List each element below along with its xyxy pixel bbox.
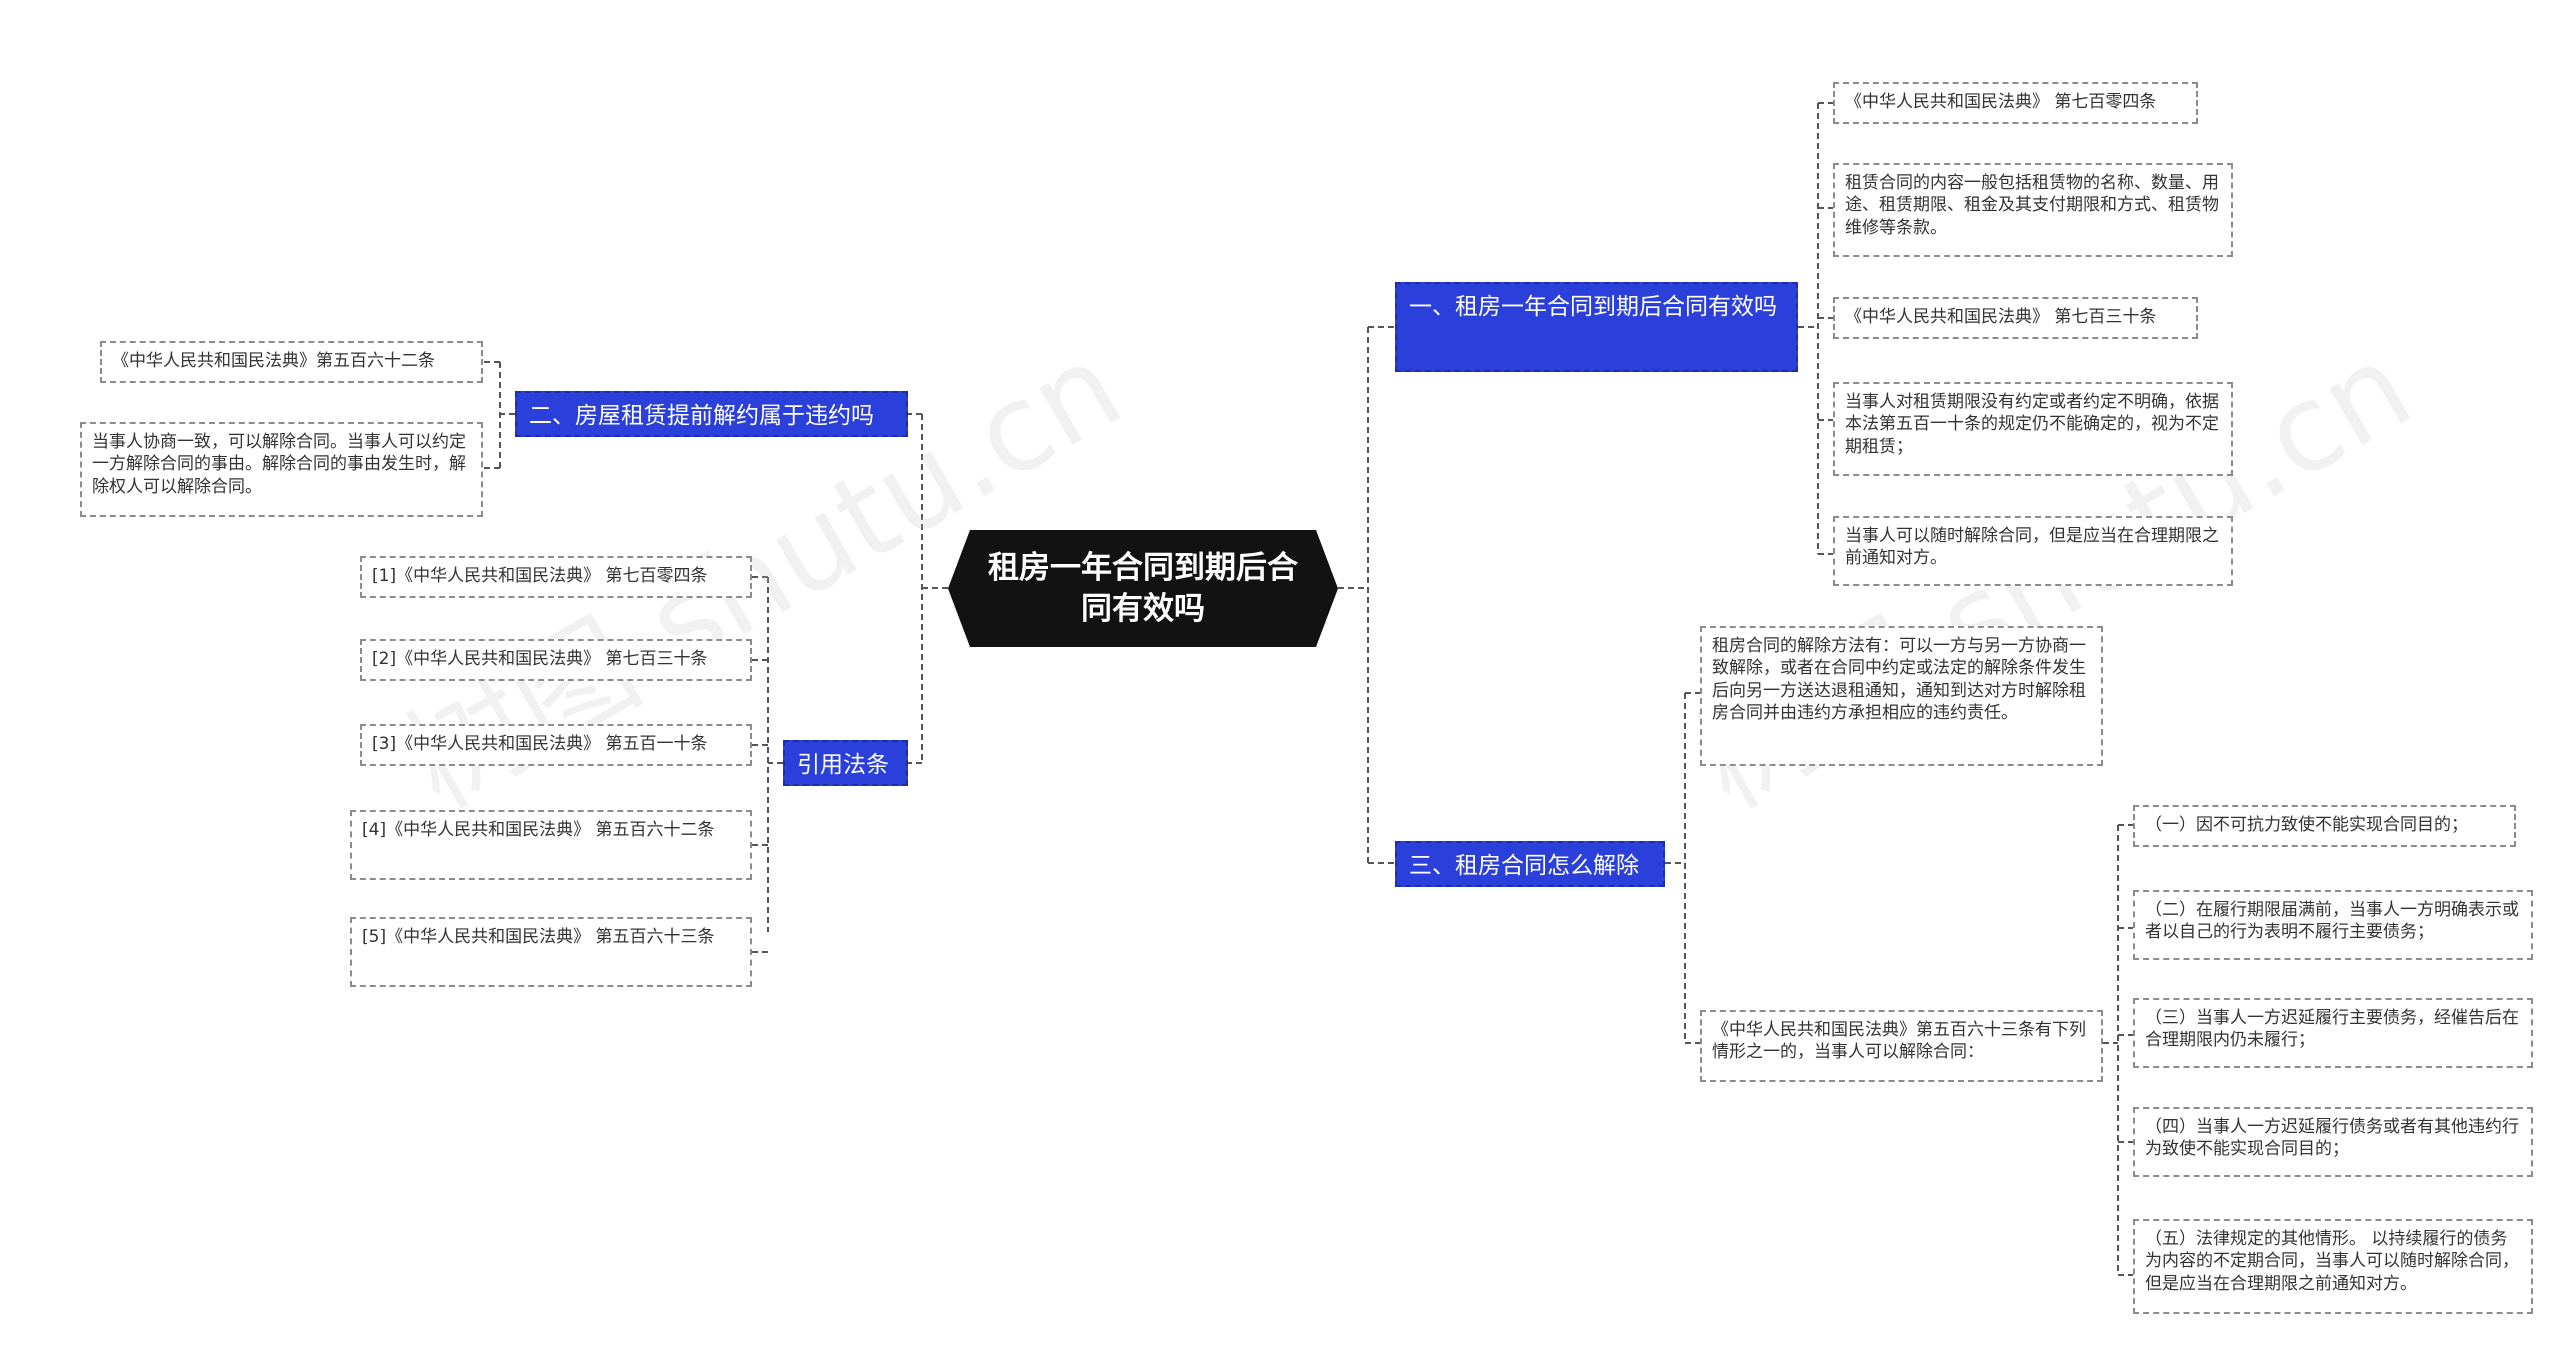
root-topic[interactable]: 租房一年合同到期后合同有效吗 [948, 530, 1338, 647]
leaf-cite-2[interactable]: [2]《中华人民共和国民法典》 第七百三十条 [360, 639, 752, 681]
leaf-cite-4[interactable]: [4]《中华人民共和国民法典》 第五百六十二条 [350, 810, 752, 880]
leaf-article-730[interactable]: 《中华人民共和国民法典》 第七百三十条 [1833, 297, 2198, 339]
branch-contract-validity[interactable]: 一、租房一年合同到期后合同有效吗 [1395, 282, 1798, 372]
leaf-cite-1[interactable]: [1]《中华人民共和国民法典》 第七百零四条 [360, 556, 752, 598]
leaf-article-563[interactable]: 《中华人民共和国民法典》第五百六十三条有下列情形之一的，当事人可以解除合同： [1700, 1010, 2103, 1082]
leaf-indefinite-lease[interactable]: 当事人对租赁期限没有约定或者约定不明确，依据本法第五百一十条的规定仍不能确定的，… [1833, 382, 2233, 476]
leaf-case-delay-breach[interactable]: （四）当事人一方迟延履行债务或者有其他违约行为致使不能实现合同目的； [2133, 1107, 2533, 1177]
leaf-case-force-majeure[interactable]: （一）因不可抗力致使不能实现合同目的； [2133, 805, 2516, 847]
branch-early-termination[interactable]: 二、房屋租赁提前解约属于违约吗 [515, 391, 908, 437]
leaf-cite-3[interactable]: [3]《中华人民共和国民法典》 第五百一十条 [360, 724, 752, 766]
branch-how-to-terminate[interactable]: 三、租房合同怎么解除 [1395, 841, 1665, 887]
leaf-termination-methods[interactable]: 租房合同的解除方法有：可以一方与另一方协商一致解除，或者在合同中约定或法定的解除… [1700, 626, 2103, 766]
leaf-article-562[interactable]: 《中华人民共和国民法典》第五百六十二条 [100, 341, 483, 383]
leaf-article-704[interactable]: 《中华人民共和国民法典》 第七百零四条 [1833, 82, 2198, 124]
leaf-lease-contents[interactable]: 租赁合同的内容一般包括租赁物的名称、数量、用途、租赁期限、租金及其支付期限和方式… [1833, 163, 2233, 257]
leaf-mutual-termination[interactable]: 当事人协商一致，可以解除合同。当事人可以约定一方解除合同的事由。解除合同的事由发… [80, 422, 483, 517]
leaf-case-delayed-main-debt[interactable]: （三）当事人一方迟延履行主要债务，经催告后在合理期限内仍未履行； [2133, 998, 2533, 1068]
branch-cited-laws[interactable]: 引用法条 [783, 740, 908, 786]
leaf-case-other[interactable]: （五）法律规定的其他情形。 以持续履行的债务为内容的不定期合同，当事人可以随时解… [2133, 1219, 2533, 1314]
leaf-case-anticipatory-breach[interactable]: （二）在履行期限届满前，当事人一方明确表示或者以自己的行为表明不履行主要债务； [2133, 890, 2533, 960]
leaf-terminate-notice[interactable]: 当事人可以随时解除合同，但是应当在合理期限之前通知对方。 [1833, 516, 2233, 586]
leaf-cite-5[interactable]: [5]《中华人民共和国民法典》 第五百六十三条 [350, 917, 752, 987]
